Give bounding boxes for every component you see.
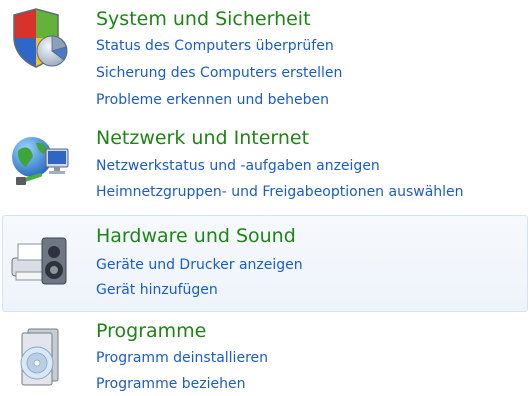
category-title-system-security[interactable]: System und Sicherheit	[96, 7, 311, 31]
category-title-network-internet[interactable]: Netzwerk und Internet	[96, 126, 309, 150]
category-programs: Programme Programm deinstallieren Progra…	[2, 316, 528, 396]
link-create-backup[interactable]: Sicherung des Computers erstellen	[96, 64, 342, 82]
link-network-status-tasks[interactable]: Netzwerkstatus und -aufgaben anzeigen	[96, 157, 380, 175]
shield-icon[interactable]	[8, 7, 72, 71]
link-check-computer-status[interactable]: Status des Computers überprüfen	[96, 37, 334, 55]
link-uninstall-program[interactable]: Programm deinstallieren	[96, 349, 268, 367]
category-title-hardware-sound[interactable]: Hardware und Sound	[96, 224, 296, 248]
link-homegroup-sharing-options[interactable]: Heimnetzgruppen- und Freigabeoptionen au…	[96, 183, 464, 201]
category-system-security: System und Sicherheit Status des Compute…	[2, 4, 528, 114]
control-panel-categories: System und Sicherheit Status des Compute…	[0, 0, 531, 396]
programs-disc-icon[interactable]	[8, 325, 72, 389]
link-troubleshoot-problems[interactable]: Probleme erkennen und beheben	[96, 91, 329, 109]
printer-speaker-icon[interactable]	[8, 228, 72, 292]
link-get-programs[interactable]: Programme beziehen	[96, 375, 245, 393]
category-hardware-sound: Hardware und Sound Geräte und Drucker an…	[2, 215, 528, 312]
link-add-device[interactable]: Gerät hinzufügen	[96, 281, 218, 299]
network-globe-icon[interactable]	[8, 131, 72, 195]
category-network-internet: Netzwerk und Internet Netzwerkstatus und…	[2, 120, 528, 212]
link-devices-printers[interactable]: Geräte und Drucker anzeigen	[96, 256, 303, 274]
category-title-programs[interactable]: Programme	[96, 319, 206, 343]
